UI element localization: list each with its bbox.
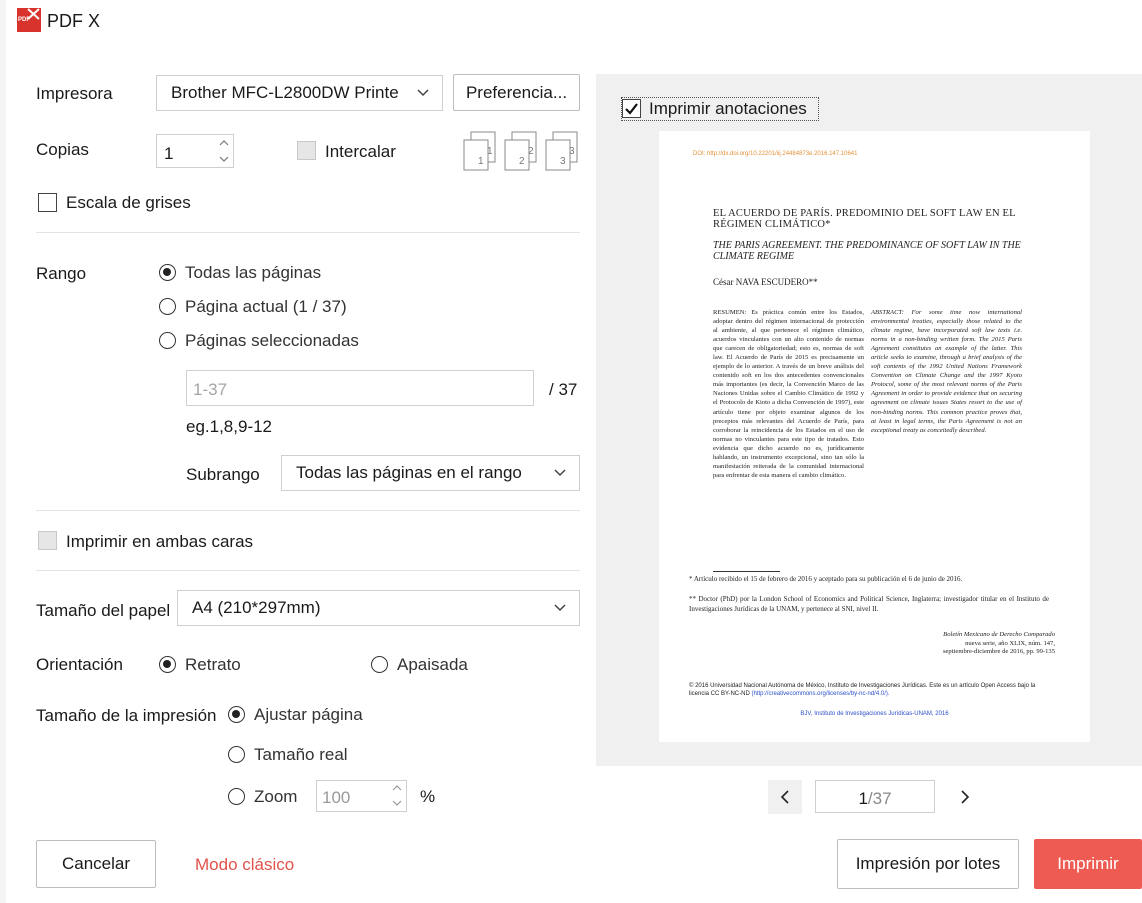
grayscale-label: Escala de grises <box>66 193 191 212</box>
preferences-button[interactable]: Preferencia... <box>453 74 580 111</box>
window-title: PDF X <box>47 11 101 31</box>
classic-mode-link[interactable]: Modo clásico <box>195 855 294 875</box>
total-pages: /37 <box>867 789 892 808</box>
svg-text:2: 2 <box>528 146 534 157</box>
cancel-button[interactable]: Cancelar <box>36 840 156 888</box>
collate-label: Intercalar <box>325 142 396 161</box>
subrange-selected: Todas las páginas en el rango <box>296 463 522 482</box>
doc-title-en: THE PARIS AGREEMENT. THE PREDOMINANCE OF… <box>713 240 1021 262</box>
doc-abstract-es: RESUMEN: Es práctica común entre los Est… <box>713 309 864 479</box>
stepper-up-icon[interactable] <box>391 783 403 793</box>
duplex-label: Imprimir en ambas caras <box>66 532 254 551</box>
stepper-down-icon[interactable] <box>218 154 230 164</box>
print-size-label: Tamaño de la impresión <box>36 706 217 725</box>
orientation-label: Orientación <box>36 655 123 674</box>
chevron-down-icon <box>554 604 566 612</box>
zoom-stepper[interactable]: 100 <box>316 780 407 812</box>
journal-pages: septiembre-diciembre de 2016, pp. 99-135 <box>942 648 1055 656</box>
svg-text:3: 3 <box>569 146 575 157</box>
actual-size-radio[interactable] <box>228 746 245 763</box>
svg-text:1: 1 <box>487 146 493 157</box>
portrait-label: Retrato <box>185 655 241 674</box>
chevron-left-icon <box>780 790 789 804</box>
journal-issue: nueva serie, año XLIX, núm. 147, <box>965 639 1055 647</box>
range-label: Rango <box>36 264 87 283</box>
range-all-radio[interactable] <box>159 264 176 281</box>
print-annotations-label: Imprimir anotaciones <box>649 99 807 118</box>
collate-pages-icon: 11 22 33 <box>463 131 578 171</box>
subrange-label: Subrango <box>186 465 260 484</box>
doc-title-es: EL ACUERDO DE PARÍS. PREDOMINIO DEL SOFT… <box>713 208 1016 230</box>
doc-doi: DOI: http://dx.doi.org/10.22201/iij.2448… <box>693 151 858 157</box>
zoom-radio[interactable] <box>228 788 245 805</box>
fit-page-radio[interactable] <box>228 706 245 723</box>
copies-stepper[interactable]: 1 <box>156 134 234 168</box>
batch-print-button[interactable]: Impresión por lotes <box>837 839 1019 889</box>
svg-text:1: 1 <box>478 156 484 167</box>
paper-size-selected: A4 (210*297mm) <box>192 598 321 617</box>
doc-abstract-en: ABSTRACT: For some time now internationa… <box>871 309 1022 434</box>
stepper-down-icon[interactable] <box>391 798 403 808</box>
current-page: 1 <box>858 789 868 808</box>
doc-footnote-1: * Artículo recibido el 15 de febrero de … <box>689 575 963 583</box>
doc-footnote-2: ** Doctor (PhD) por la London School of … <box>689 595 1049 613</box>
prev-page-button[interactable] <box>768 780 802 814</box>
footnote-rule <box>713 571 780 572</box>
next-page-button[interactable] <box>948 780 982 814</box>
pages-placeholder: 1-37 <box>193 380 228 399</box>
printer-selected: Brother MFC-L2800DW Printer <box>171 83 399 102</box>
pages-example: eg.1,8,9-12 <box>186 417 273 436</box>
subrange-select[interactable]: Todas las páginas en el rango <box>281 455 580 491</box>
doc-license: © 2016 Universidad Nacional Autónoma de … <box>689 682 1051 698</box>
page-number-input[interactable]: 1/37 <box>815 780 935 813</box>
pages-input[interactable]: 1-37 <box>186 370 534 406</box>
copies-value: 1 <box>164 144 174 163</box>
app-logo: PDF <box>17 8 41 32</box>
stepper-up-icon[interactable] <box>218 138 230 148</box>
portrait-radio[interactable] <box>159 656 176 673</box>
range-selected-radio[interactable] <box>159 332 176 349</box>
range-current-radio[interactable] <box>159 298 176 315</box>
chevron-down-icon <box>417 89 429 97</box>
landscape-label: Apaisada <box>397 655 468 674</box>
actual-size-label: Tamaño real <box>254 745 348 764</box>
print-annotations-checkbox[interactable] <box>622 99 641 118</box>
zoom-unit: % <box>420 787 436 806</box>
svg-text:2: 2 <box>519 156 525 167</box>
landscape-radio[interactable] <box>371 656 388 673</box>
copies-label: Copias <box>36 140 89 159</box>
page-preview: DOI: http://dx.doi.org/10.22201/iij.2448… <box>659 131 1090 742</box>
duplex-checkbox[interactable] <box>38 531 57 550</box>
printer-select[interactable]: Brother MFC-L2800DW Printer <box>156 75 443 111</box>
svg-text:3: 3 <box>560 156 566 167</box>
background-window-strip <box>0 0 6 903</box>
print-button[interactable]: Imprimir <box>1034 839 1142 889</box>
collate-checkbox[interactable] <box>297 141 316 160</box>
range-selected-label: Páginas seleccionadas <box>185 331 359 350</box>
doc-author: César NAVA ESCUDERO** <box>713 277 818 287</box>
zoom-label: Zoom <box>254 787 298 806</box>
range-all-label: Todas las páginas <box>185 263 322 282</box>
divider <box>36 570 580 571</box>
divider <box>36 510 580 511</box>
journal-name: Boletín Mexicano de Derecho Comparado <box>943 631 1055 638</box>
logo-x-icon <box>27 8 40 20</box>
chevron-down-icon <box>554 469 566 477</box>
paper-size-select[interactable]: A4 (210*297mm) <box>177 590 580 626</box>
checkmark-icon <box>625 103 638 115</box>
divider <box>36 232 580 233</box>
grayscale-checkbox[interactable] <box>38 193 57 212</box>
license-link: (http://creativecommons.org/licenses/by-… <box>751 691 890 697</box>
page-indicator: 1/37 <box>816 789 934 809</box>
pages-total: / 37 <box>549 380 578 399</box>
range-current-label: Página actual (1 / 37) <box>185 297 347 316</box>
printer-label: Impresora <box>36 84 113 103</box>
fit-page-label: Ajustar página <box>254 705 363 724</box>
doc-bjv: BJV, Instituto de Investigaciones Jurídi… <box>800 711 949 717</box>
zoom-value: 100 <box>322 788 351 807</box>
paper-size-label: Tamaño del papel <box>36 601 171 620</box>
chevron-right-icon <box>961 790 970 804</box>
doc-journal: Boletín Mexicano de Derecho Comparado nu… <box>943 631 1055 657</box>
